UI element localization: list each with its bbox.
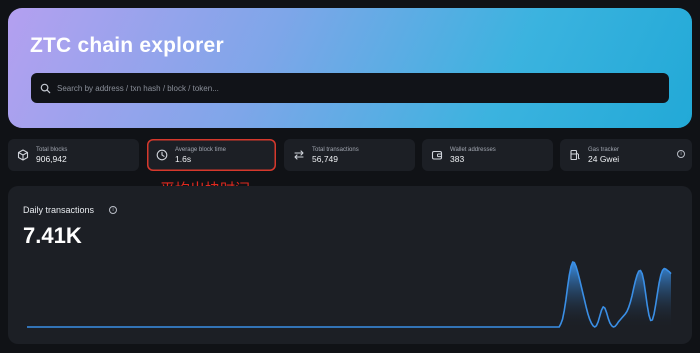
stat-label: Wallet addresses <box>450 146 496 153</box>
daily-transactions-card: Daily transactions i 7.41K <box>8 186 692 344</box>
search-input[interactable] <box>57 73 669 103</box>
stat-wallet-addresses[interactable]: Wallet addresses 383 <box>422 139 553 171</box>
stat-label: Average block time <box>175 146 226 153</box>
search-icon <box>40 83 51 93</box>
search-bar[interactable] <box>31 73 669 103</box>
stat-value: 1.6s <box>175 153 192 164</box>
chart-area-fill <box>27 262 671 327</box>
stat-label: Total transactions <box>312 146 359 153</box>
daily-transactions-chart <box>27 261 672 328</box>
gas-pump-icon <box>568 149 581 162</box>
transfer-arrows-icon <box>292 149 305 162</box>
explorer-header: ZTC chain explorer <box>8 8 692 128</box>
stat-value: 24 Gwei <box>588 153 620 164</box>
clock-icon <box>155 149 168 162</box>
stat-average-block-time[interactable]: Average block time 1.6s <box>147 139 276 171</box>
page-title: ZTC chain explorer <box>30 34 224 57</box>
stat-label: Gas tracker <box>588 146 620 153</box>
stat-value: 383 <box>450 153 465 164</box>
stat-value: 56,749 <box>312 153 338 164</box>
info-icon[interactable]: i <box>677 150 685 158</box>
stat-total-transactions[interactable]: Total transactions 56,749 <box>284 139 415 171</box>
cube-icon <box>16 149 29 162</box>
stat-label: Total blocks <box>36 146 68 153</box>
stat-gas-tracker[interactable]: Gas tracker 24 Gwei i <box>560 139 692 171</box>
stat-value: 906,942 <box>36 153 67 164</box>
stat-total-blocks[interactable]: Total blocks 906,942 <box>8 139 139 171</box>
wallet-icon <box>430 149 443 162</box>
